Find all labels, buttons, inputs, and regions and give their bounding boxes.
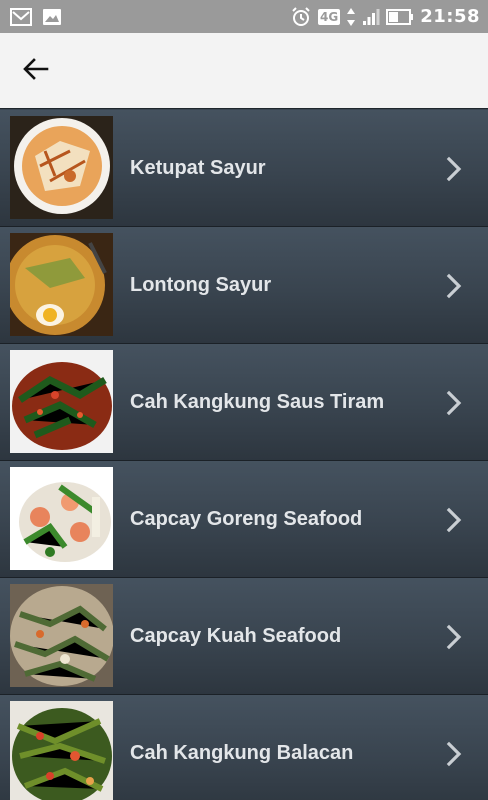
chevron-right-icon [440,505,468,535]
list-item[interactable]: Capcay Goreng Seafood [0,461,488,578]
chevron-right-icon [440,154,468,184]
status-time: 21:58 [420,6,480,27]
item-title: Capcay Goreng Seafood [130,508,363,530]
item-title: Capcay Kuah Seafood [130,625,342,647]
food-thumbnail [10,116,113,219]
status-bar: 4G 21:58 [0,0,488,33]
item-title: Cah Kangkung Balacan [130,742,354,764]
app-bar [0,33,488,109]
list-item[interactable]: Capcay Kuah Seafood [0,578,488,695]
list-item[interactable]: Cah Kangkung Saus Tiram [0,344,488,461]
battery-icon [386,8,414,26]
item-title: Cah Kangkung Saus Tiram [130,391,385,413]
recipe-list: Ketupat Sayur Lontong Sayur Cah Kangkung… [0,110,488,800]
food-thumbnail [10,701,113,800]
food-thumbnail [10,467,113,570]
back-button[interactable] [14,49,58,93]
chevron-right-icon [440,388,468,418]
data-arrows-icon [346,7,356,27]
list-item[interactable]: Ketupat Sayur [0,110,488,227]
item-title: Lontong Sayur [130,274,272,296]
chevron-right-icon [440,739,468,769]
signal-icon [362,8,380,26]
gallery-icon [42,8,62,26]
food-thumbnail [10,350,113,453]
food-thumbnail [10,233,113,336]
arrow-left-icon [23,57,49,85]
chevron-right-icon [440,271,468,301]
network-type-badge: 4G [318,8,341,25]
gmail-icon [10,7,32,26]
alarm-icon [290,6,312,28]
list-item[interactable]: Lontong Sayur [0,227,488,344]
item-title: Ketupat Sayur [130,157,266,179]
food-thumbnail [10,584,113,687]
chevron-right-icon [440,622,468,652]
list-item[interactable]: Cah Kangkung Balacan [0,695,488,800]
